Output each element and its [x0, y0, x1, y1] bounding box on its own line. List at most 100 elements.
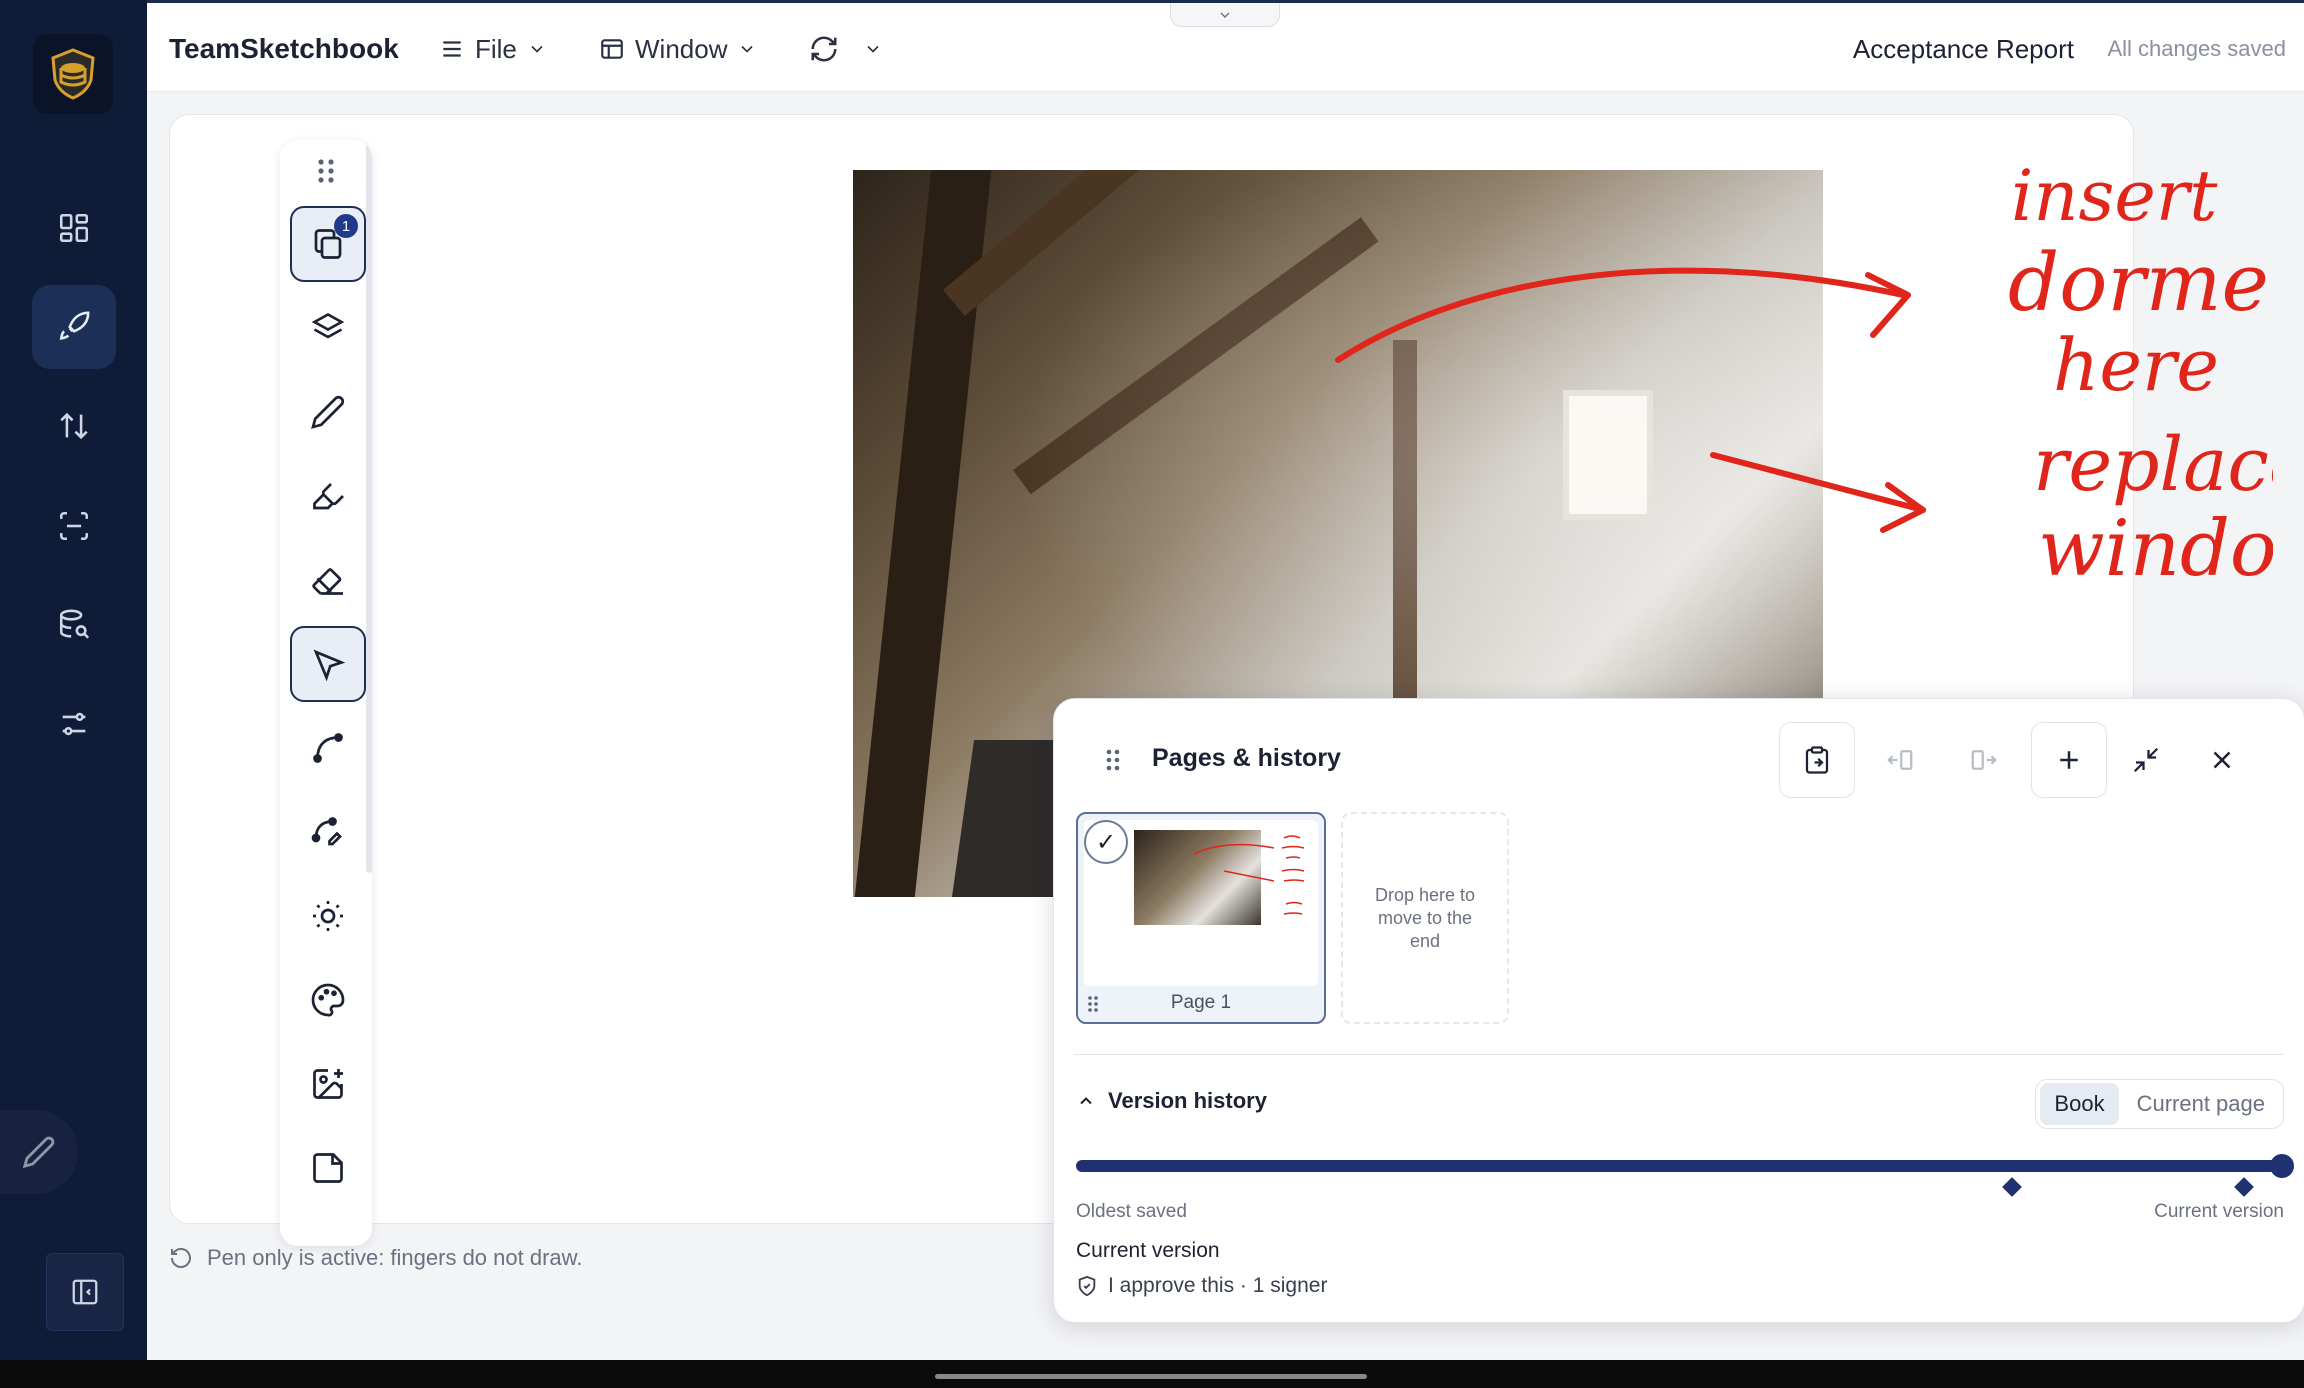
page-selected-check[interactable]: ✓ — [1084, 820, 1128, 864]
panel-drag-handle[interactable] — [1104, 747, 1122, 778]
drag-dots-icon — [318, 159, 334, 183]
page-thumbnail[interactable]: ✓ Page 1 — [1076, 812, 1326, 1024]
insert-image-tool[interactable] — [290, 1046, 366, 1122]
chevron-down-icon — [1220, 12, 1230, 18]
move-left-icon — [1887, 750, 1913, 770]
eraser-icon — [312, 568, 343, 595]
scan-nav-button[interactable] — [32, 484, 116, 568]
dashboard-nav-button[interactable] — [32, 186, 116, 270]
version-history-toggle[interactable]: Version history — [1076, 1088, 1267, 1114]
chevron-down-icon — [867, 45, 879, 53]
pages-count-badge: 1 — [334, 214, 358, 238]
hamburger-icon — [443, 41, 461, 57]
document-title[interactable]: Acceptance Report — [1853, 34, 2074, 65]
status-message: Pen only is active: fingers do not draw. — [207, 1245, 583, 1270]
chevron-down-icon — [531, 45, 543, 53]
layers-icon — [311, 312, 345, 339]
annotation-here: here — [2053, 323, 2219, 407]
top-pull-tab[interactable] — [1170, 3, 1280, 27]
move-page-left-button[interactable] — [1862, 722, 1938, 798]
image-plus-icon — [313, 1069, 343, 1099]
dashboard-icon — [59, 213, 89, 243]
sidebar-collapse-icon — [72, 1279, 98, 1305]
divider — [1074, 1054, 2284, 1055]
settings-nav-button[interactable] — [32, 682, 116, 766]
thumbnail-ink — [1193, 835, 1305, 915]
signature-text: I approve this · 1 signer — [1108, 1274, 1328, 1297]
curve-icon — [313, 733, 343, 763]
arrow-dormer-head — [1865, 272, 1911, 338]
pencil-icon — [311, 395, 345, 429]
color-tool[interactable] — [290, 962, 366, 1038]
file-menu[interactable]: File — [439, 29, 547, 69]
plus-icon — [2060, 751, 2078, 769]
page-label: Page 1 — [1170, 992, 1232, 1013]
pages-history-panel: Pages & history ✓ Page 1 Drop here to mo… — [1053, 698, 2304, 1323]
version-slider-track[interactable] — [1076, 1160, 2286, 1172]
app-logo[interactable] — [33, 34, 113, 114]
toolbar-drag-handle[interactable] — [314, 156, 338, 191]
sync-nav-button[interactable] — [32, 384, 116, 468]
home-indicator[interactable] — [935, 1374, 1367, 1379]
input-mode-status: Pen only is active: fingers do not draw. — [169, 1245, 582, 1271]
sliders-icon — [62, 712, 86, 736]
save-status: All changes saved — [2107, 36, 2286, 61]
version-marker[interactable] — [2002, 1177, 2022, 1197]
sticky-note-icon — [313, 1153, 343, 1183]
refresh-icon — [811, 36, 837, 62]
pen-icon — [22, 1136, 55, 1169]
rocket-icon — [59, 311, 90, 340]
brightness-tool[interactable] — [290, 878, 366, 954]
sync-menu[interactable] — [809, 29, 883, 69]
eraser-tool[interactable] — [290, 542, 366, 618]
window-menu[interactable]: Window — [599, 29, 757, 69]
move-page-right-button[interactable] — [1946, 722, 2022, 798]
history-scope-toggle: Book Current page — [2035, 1079, 2284, 1129]
scope-book[interactable]: Book — [2040, 1083, 2119, 1125]
drop-zone[interactable]: Drop here to move to the end — [1341, 812, 1509, 1024]
minimize-panel-button[interactable] — [2108, 722, 2184, 798]
oldest-saved-label: Oldest saved — [1076, 1201, 1187, 1222]
annotation-window: window — [2038, 504, 2273, 594]
app-title: TeamSketchbook — [169, 33, 399, 64]
selected-version-title: Current version — [1076, 1239, 1220, 1262]
arrows-up-down-icon — [60, 412, 88, 440]
scope-current-page[interactable]: Current page — [2123, 1083, 2279, 1125]
pen-mode-button[interactable] — [0, 1110, 78, 1194]
layers-tool[interactable] — [290, 290, 366, 366]
close-icon — [2213, 751, 2231, 769]
window-menu-label: Window — [635, 33, 728, 64]
annotation-insert: insert — [2011, 155, 2218, 237]
highlighter-tool[interactable] — [290, 458, 366, 534]
sidebar-toggle-button[interactable] — [46, 1253, 124, 1331]
database-search-nav-button[interactable] — [32, 583, 116, 667]
chevron-down-icon — [741, 45, 754, 53]
version-history-title: Version history — [1108, 1088, 1267, 1113]
curve-edit-icon — [311, 817, 342, 846]
edit-curve-tool[interactable] — [290, 794, 366, 870]
clipboard-paste-icon — [1805, 746, 1829, 774]
version-slider-knob[interactable] — [2270, 1154, 2294, 1178]
insert-page-tool[interactable] — [290, 1130, 366, 1206]
add-page-button[interactable] — [2031, 722, 2107, 798]
current-version-label: Current version — [2154, 1201, 2284, 1222]
shield-check-icon — [1078, 1275, 1096, 1297]
close-panel-button[interactable] — [2184, 722, 2260, 798]
undo-rotate-icon — [171, 1248, 191, 1268]
file-menu-label: File — [475, 33, 517, 64]
window-layout-icon — [601, 39, 623, 59]
launch-nav-button[interactable] — [32, 285, 116, 369]
navigation-rail — [0, 0, 147, 1360]
toolbar-scrollbar[interactable] — [366, 140, 372, 873]
paste-page-button[interactable] — [1779, 722, 1855, 798]
tool-palette: 1 — [280, 140, 372, 1246]
select-tool[interactable] — [290, 626, 366, 702]
palette-icon — [311, 983, 345, 1017]
sun-icon — [313, 901, 343, 931]
signature-info[interactable]: I approve this · 1 signer — [1076, 1274, 1327, 1298]
version-marker[interactable] — [2234, 1177, 2254, 1197]
pages-tool[interactable]: 1 — [290, 206, 366, 282]
pen-tool[interactable] — [290, 374, 366, 450]
curve-tool[interactable] — [290, 710, 366, 786]
minimize-icon — [2133, 747, 2159, 773]
